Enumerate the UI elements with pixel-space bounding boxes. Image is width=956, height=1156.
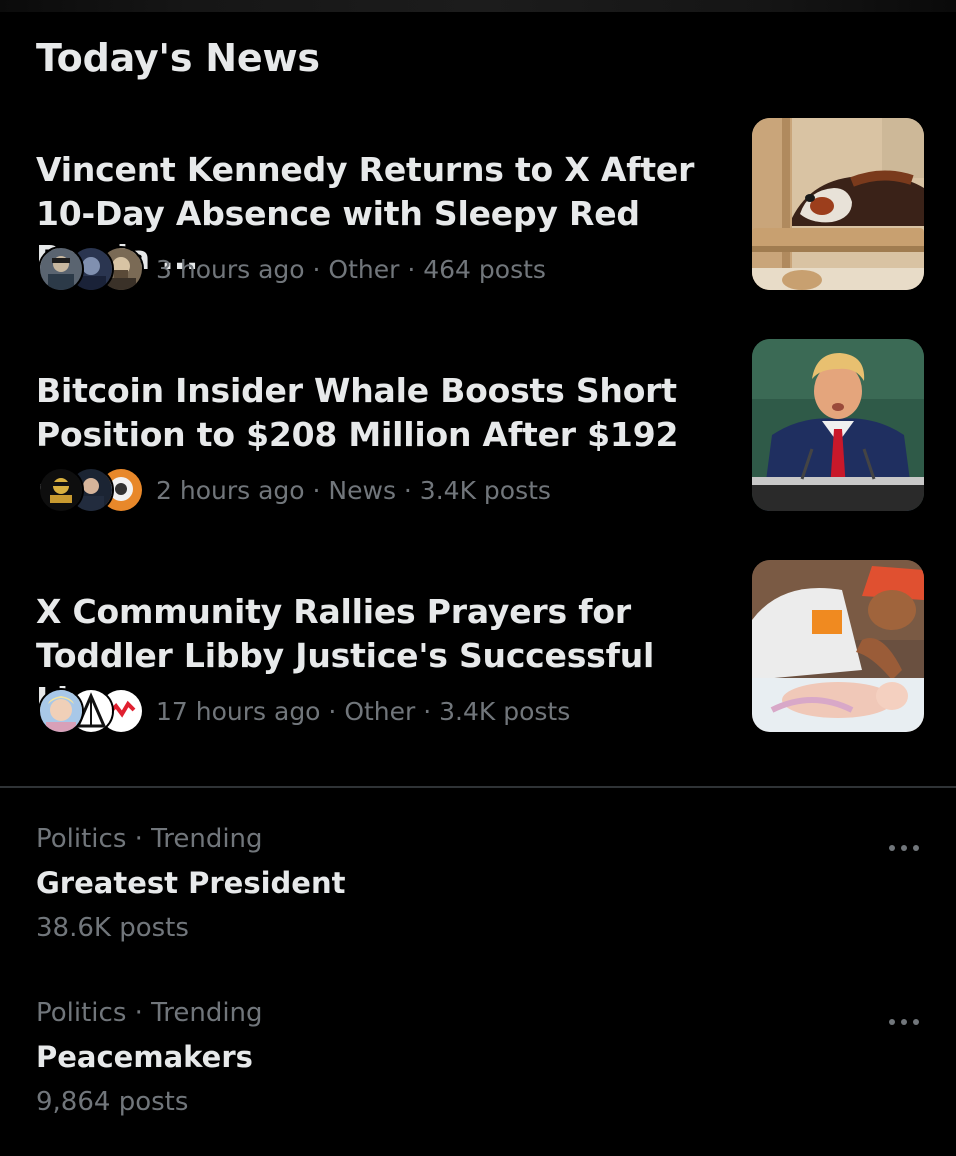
news-item[interactable]: X Community Rallies Prayers for Toddler … [0,560,956,780]
news-meta-text: 2 hours ago · News · 3.4K posts [156,475,551,505]
trend-post-count: 9,864 posts [36,1087,189,1117]
more-horizontal-icon [889,845,919,851]
avatar-stack [36,465,144,515]
news-meta: 17 hours ago · Other · 3.4K posts [36,686,570,736]
news-meta: 3 hours ago · Other · 464 posts [36,244,546,294]
red-panda-photo [752,118,924,290]
news-meta-text: 17 hours ago · Other · 3.4K posts [156,696,571,726]
trend-context: Politics · Trending [36,824,263,854]
avatar [38,688,84,734]
news-item[interactable]: Vincent Kennedy Returns to X After 10-Da… [0,118,956,338]
top-image-strip [0,0,956,12]
trend-item[interactable]: Politics · Trending Peacemakers 9,864 po… [0,996,956,1156]
trend-name[interactable]: Greatest President [36,864,345,902]
section-title: Today's News [36,36,320,80]
avatar [38,467,84,513]
speaker-at-podium-photo [752,339,924,511]
trend-post-count: 38.6K posts [36,913,189,943]
avatar-stack [36,244,144,294]
news-meta-text: 3 hours ago · Other · 464 posts [156,254,546,284]
news-meta: 2 hours ago · News · 3.4K posts [36,465,551,515]
trend-context: Politics · Trending [36,998,263,1028]
news-item[interactable]: Bitcoin Insider Whale Boosts Short Posit… [0,339,956,559]
avatar-stack [36,686,144,736]
more-options-button[interactable] [882,834,926,862]
trend-item[interactable]: Politics · Trending Greatest President 3… [0,822,956,982]
avatar [38,246,84,292]
more-horizontal-icon [889,1019,919,1025]
more-options-button[interactable] [882,1008,926,1036]
newborn-with-caregiver-photo [752,560,924,732]
section-divider [0,786,956,788]
trend-name[interactable]: Peacemakers [36,1038,253,1076]
